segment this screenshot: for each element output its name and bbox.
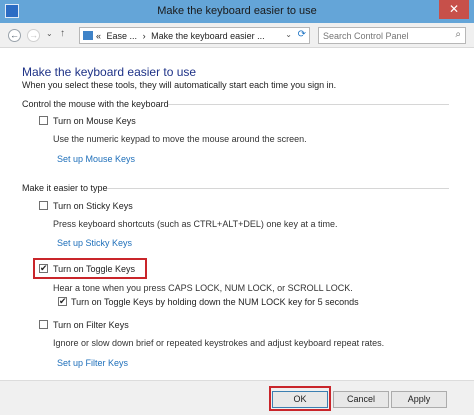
search-icon[interactable]: ⌕ xyxy=(455,29,461,40)
toggle-keys-label[interactable]: Turn on Toggle Keys xyxy=(53,264,135,274)
toggle-keys-numlock-label[interactable]: Turn on Toggle Keys by holding down the … xyxy=(71,297,359,307)
mouse-keys-description: Use the numeric keypad to move the mouse… xyxy=(53,134,307,144)
refresh-icon[interactable]: ⟳ xyxy=(298,29,306,40)
cancel-button[interactable]: Cancel xyxy=(333,391,389,408)
set-up-filter-keys-link[interactable]: Set up Filter Keys xyxy=(57,358,128,368)
filter-keys-label[interactable]: Turn on Filter Keys xyxy=(53,320,129,330)
toggle-keys-checkbox[interactable]: ✔ xyxy=(39,264,48,273)
mouse-keys-checkbox[interactable] xyxy=(39,116,48,125)
recent-locations-chevron-icon[interactable]: ⌄ xyxy=(46,29,53,38)
section-title-typing: Make it easier to type xyxy=(22,183,108,193)
window-title: Make the keyboard easier to use xyxy=(157,5,317,17)
back-arrow-icon[interactable]: ← xyxy=(8,29,21,42)
title-bar: Make the keyboard easier to use ✕ xyxy=(0,0,474,23)
address-bar[interactable]: « Ease ... › Make the keyboard easier ..… xyxy=(79,27,310,44)
mouse-keys-label[interactable]: Turn on Mouse Keys xyxy=(53,116,136,126)
breadcrumb-overflow-icon[interactable]: « xyxy=(96,31,101,41)
sticky-keys-checkbox[interactable] xyxy=(39,201,48,210)
set-up-mouse-keys-link[interactable]: Set up Mouse Keys xyxy=(57,154,135,164)
divider xyxy=(168,104,449,105)
content-area xyxy=(0,47,474,381)
apply-button[interactable]: Apply xyxy=(391,391,447,408)
toggle-keys-description: Hear a tone when you press CAPS LOCK, NU… xyxy=(53,283,353,293)
breadcrumb-separator-icon: › xyxy=(142,31,146,41)
toggle-keys-numlock-checkbox[interactable]: ✔ xyxy=(58,297,67,306)
navigation-bar: ← → ⌄ ↑ « Ease ... › Make the keyboard e… xyxy=(0,23,474,47)
section-title-mouse: Control the mouse with the keyboard xyxy=(22,99,169,109)
control-panel-icon xyxy=(83,31,93,40)
set-up-sticky-keys-link[interactable]: Set up Sticky Keys xyxy=(57,238,132,248)
ok-button[interactable]: OK xyxy=(272,391,328,408)
sticky-keys-label[interactable]: Turn on Sticky Keys xyxy=(53,201,133,211)
breadcrumb: « Ease ... › Make the keyboard easier ..… xyxy=(96,31,265,41)
breadcrumb-ease-of-access[interactable]: Ease ... xyxy=(107,31,138,41)
sticky-keys-description: Press keyboard shortcuts (such as CTRL+A… xyxy=(53,219,338,229)
up-arrow-icon[interactable]: ↑ xyxy=(60,28,65,39)
close-button[interactable]: ✕ xyxy=(439,0,469,19)
address-dropdown-icon[interactable]: ⌄ xyxy=(285,30,292,39)
search-box[interactable]: ⌕ xyxy=(318,27,466,44)
breadcrumb-current-page[interactable]: Make the keyboard easier ... xyxy=(151,31,265,41)
forward-arrow-icon[interactable]: → xyxy=(27,29,40,42)
filter-keys-checkbox[interactable] xyxy=(39,320,48,329)
search-input[interactable] xyxy=(323,29,443,42)
page-title: Make the keyboard easier to use xyxy=(22,65,197,79)
divider xyxy=(107,188,449,189)
filter-keys-description: Ignore or slow down brief or repeated ke… xyxy=(53,338,385,348)
page-intro: When you select these tools, they will a… xyxy=(22,80,337,90)
